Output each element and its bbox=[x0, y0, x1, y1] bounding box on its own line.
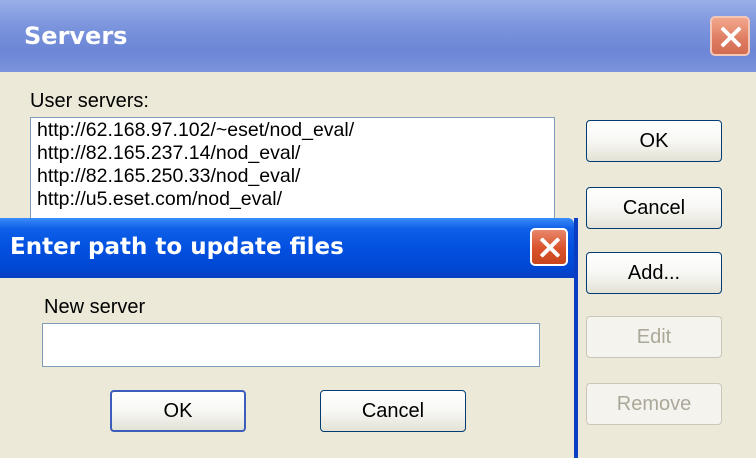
dialog-cancel-button[interactable]: Cancel bbox=[320, 390, 466, 432]
enter-path-dialog: Enter path to update files New server OK… bbox=[0, 218, 578, 458]
new-server-label: New server bbox=[44, 296, 146, 318]
servers-window-title: Servers bbox=[24, 22, 128, 50]
ok-button[interactable]: OK bbox=[586, 120, 722, 162]
servers-title-bar[interactable]: Servers bbox=[0, 0, 756, 72]
dialog-close-icon[interactable] bbox=[530, 228, 568, 266]
remove-button[interactable]: Remove bbox=[586, 383, 722, 425]
edit-button[interactable]: Edit bbox=[586, 316, 722, 358]
list-item[interactable]: http://u5.eset.com/nod_eval/ bbox=[31, 188, 554, 211]
list-item[interactable]: http://82.165.250.33/nod_eval/ bbox=[31, 165, 554, 188]
new-server-input[interactable] bbox=[42, 323, 540, 367]
list-item[interactable]: http://62.168.97.102/~eset/nod_eval/ bbox=[31, 119, 554, 142]
servers-close-icon[interactable] bbox=[710, 16, 750, 56]
dialog-ok-button[interactable]: OK bbox=[110, 390, 246, 432]
cancel-button[interactable]: Cancel bbox=[586, 187, 722, 229]
dialog-title: Enter path to update files bbox=[10, 234, 344, 260]
user-servers-label: User servers: bbox=[30, 90, 149, 112]
list-item[interactable]: http://82.165.237.14/nod_eval/ bbox=[31, 142, 554, 165]
add-button[interactable]: Add... bbox=[586, 252, 722, 294]
dialog-title-bar[interactable]: Enter path to update files bbox=[0, 218, 574, 278]
